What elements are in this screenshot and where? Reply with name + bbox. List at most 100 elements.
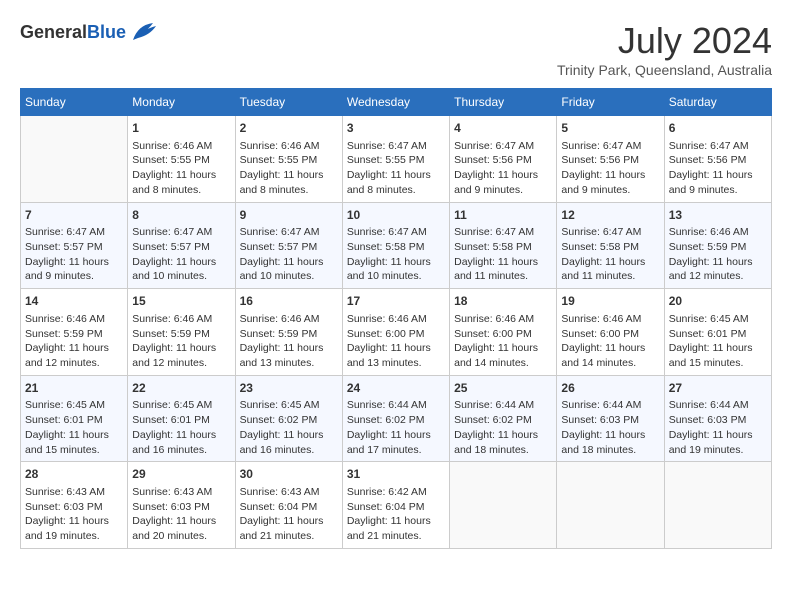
day-info: and 8 minutes.: [347, 183, 445, 198]
week-row-4: 21Sunrise: 6:45 AMSunset: 6:01 PMDayligh…: [21, 375, 772, 462]
day-info: and 21 minutes.: [347, 529, 445, 544]
day-info: Sunrise: 6:46 AM: [240, 312, 338, 327]
calendar-cell: 13Sunrise: 6:46 AMSunset: 5:59 PMDayligh…: [664, 202, 771, 289]
day-info: and 18 minutes.: [454, 443, 552, 458]
day-number: 30: [240, 466, 338, 483]
day-info: Sunset: 6:04 PM: [347, 500, 445, 515]
day-info: Sunrise: 6:44 AM: [561, 398, 659, 413]
month-title: July 2024: [557, 20, 772, 62]
day-info: Sunrise: 6:45 AM: [25, 398, 123, 413]
day-info: and 13 minutes.: [347, 356, 445, 371]
day-info: Sunrise: 6:47 AM: [561, 225, 659, 240]
weekday-header-wednesday: Wednesday: [342, 89, 449, 116]
day-number: 29: [132, 466, 230, 483]
calendar-cell: [557, 462, 664, 549]
calendar-cell: 26Sunrise: 6:44 AMSunset: 6:03 PMDayligh…: [557, 375, 664, 462]
day-info: and 16 minutes.: [240, 443, 338, 458]
day-info: and 9 minutes.: [454, 183, 552, 198]
day-info: and 16 minutes.: [132, 443, 230, 458]
day-info: Daylight: 11 hours: [454, 428, 552, 443]
page-header: GeneralBlue July 2024 Trinity Park, Quee…: [20, 20, 772, 78]
day-info: Sunset: 6:03 PM: [561, 413, 659, 428]
day-info: and 8 minutes.: [240, 183, 338, 198]
week-row-5: 28Sunrise: 6:43 AMSunset: 6:03 PMDayligh…: [21, 462, 772, 549]
day-number: 19: [561, 293, 659, 310]
day-info: Sunrise: 6:47 AM: [561, 139, 659, 154]
day-number: 10: [347, 207, 445, 224]
day-info: Sunset: 5:57 PM: [240, 240, 338, 255]
day-info: Sunset: 5:56 PM: [454, 153, 552, 168]
weekday-header-tuesday: Tuesday: [235, 89, 342, 116]
day-info: and 20 minutes.: [132, 529, 230, 544]
day-number: 24: [347, 380, 445, 397]
day-info: and 21 minutes.: [240, 529, 338, 544]
day-info: Sunrise: 6:47 AM: [347, 139, 445, 154]
day-number: 8: [132, 207, 230, 224]
day-info: Sunset: 5:55 PM: [347, 153, 445, 168]
day-info: Sunrise: 6:46 AM: [132, 139, 230, 154]
logo-general: General: [20, 22, 87, 42]
calendar-cell: 30 Sunrise: 6:43 AMSunset: 6:04 PMDayligh…: [235, 462, 342, 549]
day-number: 1: [132, 120, 230, 137]
day-info: Sunrise: 6:46 AM: [25, 312, 123, 327]
weekday-header-thursday: Thursday: [450, 89, 557, 116]
day-number: 12: [561, 207, 659, 224]
calendar-cell: 18Sunrise: 6:46 AMSunset: 6:00 PMDayligh…: [450, 289, 557, 376]
day-info: Sunset: 5:58 PM: [454, 240, 552, 255]
day-info: Sunrise: 6:46 AM: [669, 225, 767, 240]
day-info: Sunset: 5:59 PM: [669, 240, 767, 255]
day-info: and 17 minutes.: [347, 443, 445, 458]
day-info: Sunset: 6:04 PM: [240, 500, 338, 515]
day-info: Sunrise: 6:43 AM: [240, 485, 338, 500]
day-info: and 19 minutes.: [669, 443, 767, 458]
calendar-cell: 6Sunrise: 6:47 AMSunset: 5:56 PMDaylight…: [664, 116, 771, 203]
day-info: Sunset: 6:01 PM: [669, 327, 767, 342]
day-info: Daylight: 11 hours: [347, 255, 445, 270]
day-number: 5: [561, 120, 659, 137]
calendar-cell: 9Sunrise: 6:47 AMSunset: 5:57 PMDaylight…: [235, 202, 342, 289]
day-number: 28: [25, 466, 123, 483]
day-info: Sunset: 5:57 PM: [25, 240, 123, 255]
title-block: July 2024 Trinity Park, Queensland, Aust…: [557, 20, 772, 78]
day-info: Daylight: 11 hours: [132, 514, 230, 529]
calendar-cell: 25Sunrise: 6:44 AMSunset: 6:02 PMDayligh…: [450, 375, 557, 462]
calendar-cell: 17Sunrise: 6:46 AMSunset: 6:00 PMDayligh…: [342, 289, 449, 376]
day-info: Daylight: 11 hours: [240, 514, 338, 529]
day-number: 23: [240, 380, 338, 397]
day-info: Sunset: 5:55 PM: [240, 153, 338, 168]
day-info: Daylight: 11 hours: [25, 255, 123, 270]
day-info: Sunset: 6:01 PM: [132, 413, 230, 428]
day-info: Daylight: 11 hours: [132, 168, 230, 183]
day-info: Daylight: 11 hours: [25, 428, 123, 443]
day-number: 4: [454, 120, 552, 137]
day-info: Sunset: 6:02 PM: [347, 413, 445, 428]
day-info: Daylight: 11 hours: [669, 428, 767, 443]
day-info: Daylight: 11 hours: [347, 428, 445, 443]
logo-blue: Blue: [87, 22, 126, 42]
day-number: 21: [25, 380, 123, 397]
day-info: Sunset: 6:03 PM: [132, 500, 230, 515]
day-info: Daylight: 11 hours: [132, 255, 230, 270]
day-info: and 10 minutes.: [240, 269, 338, 284]
day-info: Daylight: 11 hours: [669, 341, 767, 356]
day-info: Sunset: 5:55 PM: [132, 153, 230, 168]
day-number: 25: [454, 380, 552, 397]
day-info: Sunrise: 6:45 AM: [240, 398, 338, 413]
calendar-cell: [450, 462, 557, 549]
weekday-header-friday: Friday: [557, 89, 664, 116]
day-info: Daylight: 11 hours: [454, 168, 552, 183]
day-info: Sunset: 6:00 PM: [347, 327, 445, 342]
day-info: Daylight: 11 hours: [347, 168, 445, 183]
weekday-header-sunday: Sunday: [21, 89, 128, 116]
day-number: 9: [240, 207, 338, 224]
day-info: Sunset: 6:02 PM: [240, 413, 338, 428]
day-info: and 11 minutes.: [454, 269, 552, 284]
day-number: 15: [132, 293, 230, 310]
calendar-cell: [664, 462, 771, 549]
logo: GeneralBlue: [20, 20, 158, 45]
day-number: 11: [454, 207, 552, 224]
day-info: Sunrise: 6:47 AM: [347, 225, 445, 240]
day-info: Sunrise: 6:43 AM: [25, 485, 123, 500]
day-info: Daylight: 11 hours: [561, 341, 659, 356]
day-info: Sunset: 6:03 PM: [669, 413, 767, 428]
